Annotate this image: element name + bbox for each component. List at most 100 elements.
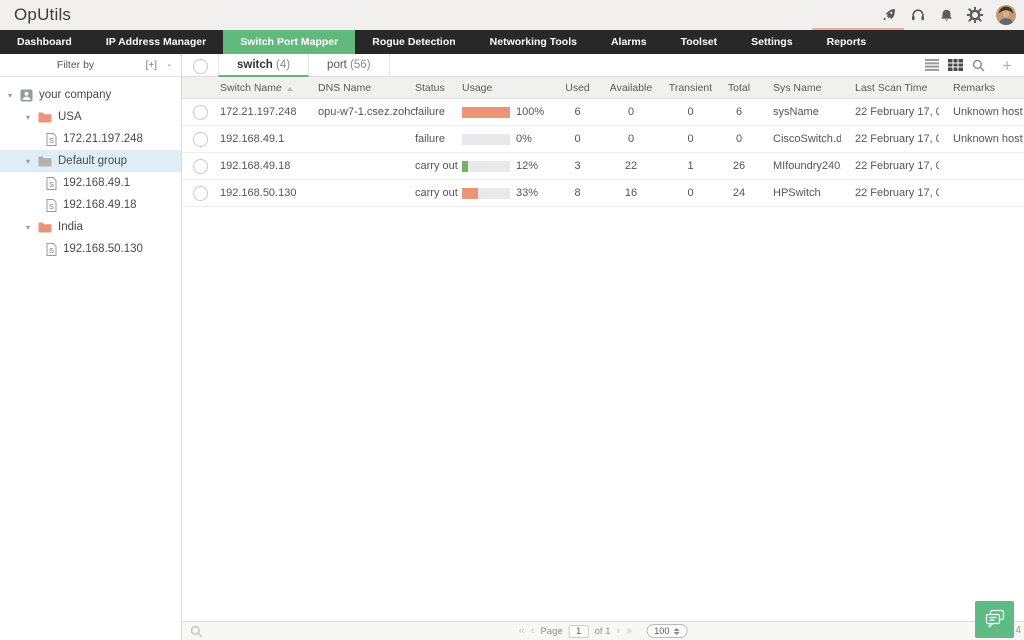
- tab-switch[interactable]: switch (4): [218, 54, 309, 77]
- user-avatar[interactable]: [996, 5, 1016, 25]
- prev-page-button[interactable]: ‹: [531, 625, 535, 637]
- usage-bar: [462, 134, 510, 145]
- cell-status: failure: [415, 133, 462, 145]
- first-page-button[interactable]: «: [519, 625, 525, 637]
- cell-status: carry out: [415, 187, 462, 199]
- column-header-usage[interactable]: Usage: [462, 82, 555, 94]
- add-switch-button[interactable]: +: [1002, 57, 1012, 74]
- column-header-label: Remarks: [953, 82, 995, 94]
- caret-down-icon[interactable]: ▾: [8, 91, 20, 100]
- table-footer: « ‹ Page of 1 › » 100 of 4: [182, 621, 1024, 640]
- usage-percent-label: 12%: [516, 160, 538, 172]
- caret-down-icon[interactable]: ▾: [26, 113, 38, 122]
- headset-icon[interactable]: [910, 7, 926, 23]
- cell-used: 3: [555, 160, 600, 172]
- table-row[interactable]: 192.168.49.18carry out12%322126MIfoundry…: [182, 153, 1024, 180]
- nav-item-alarms[interactable]: Alarms: [594, 30, 664, 54]
- column-header-last-scan-time[interactable]: Last Scan Time: [841, 82, 939, 94]
- column-header-dns-name[interactable]: DNS Name: [318, 82, 415, 94]
- column-header-status[interactable]: Status: [415, 82, 462, 94]
- column-header-label: Transient: [669, 82, 712, 94]
- grid-view-icon[interactable]: [948, 59, 963, 71]
- column-header-available[interactable]: Available: [600, 82, 662, 94]
- row-select-cell: [182, 105, 220, 120]
- cell-used: 0: [555, 133, 600, 145]
- tree-item-label: your company: [39, 89, 111, 101]
- cell-total: 24: [719, 187, 759, 199]
- row-select-cell: [182, 159, 220, 174]
- row-select-radio[interactable]: [193, 159, 208, 174]
- tab-port[interactable]: port (56): [309, 54, 389, 77]
- table-row[interactable]: 192.168.50.130carry out33%816024HPSwitch…: [182, 180, 1024, 207]
- table-row[interactable]: 192.168.49.1failure0%0000CiscoSwitch.dev…: [182, 126, 1024, 153]
- nav-item-switch-port-mapper[interactable]: Switch Port Mapper: [223, 30, 355, 54]
- tabs: switch (4)port (56): [218, 54, 390, 76]
- table-row[interactable]: 172.21.197.248opu-w7-1.csez.zohoco...fai…: [182, 99, 1024, 126]
- cell-sys-name: HPSwitch: [759, 187, 841, 199]
- filter-by-label: Filter by: [0, 54, 151, 77]
- nav-item-toolset[interactable]: Toolset: [664, 30, 735, 54]
- search-icon[interactable]: [972, 59, 985, 72]
- column-header-total[interactable]: Total: [719, 82, 759, 94]
- bell-icon[interactable]: [939, 8, 954, 23]
- table-header: Switch NameDNS NameStatus UsageUsed Availa…: [182, 77, 1024, 99]
- select-all-radio[interactable]: [193, 59, 208, 74]
- chat-bubbles-icon: [983, 609, 1007, 630]
- cell-sys-name: MIfoundry2402: [759, 160, 841, 172]
- column-header-label: Status: [415, 82, 445, 94]
- tree-item-label: USA: [58, 111, 82, 123]
- cell-transient: 0: [662, 106, 719, 118]
- page-size-select[interactable]: 100: [646, 624, 687, 638]
- row-select-radio[interactable]: [193, 105, 208, 120]
- collapse-all-button[interactable]: -: [168, 54, 171, 77]
- cell-available: 0: [600, 133, 662, 145]
- sort-asc-icon[interactable]: [287, 87, 293, 91]
- column-header-label: Available: [610, 82, 652, 94]
- column-header-used[interactable]: Used: [555, 82, 600, 94]
- cell-usage: 100%: [462, 106, 555, 118]
- page-number-input[interactable]: [569, 625, 589, 638]
- column-header-remarks[interactable]: Remarks: [939, 82, 1024, 94]
- tree-item-india[interactable]: ▾India: [0, 216, 181, 238]
- column-header-sys-name[interactable]: Sys Name: [759, 82, 841, 94]
- row-select-radio[interactable]: [193, 132, 208, 147]
- tree-item-172-21-197-248[interactable]: S172.21.197.248: [0, 128, 181, 150]
- caret-down-icon[interactable]: ▾: [26, 223, 38, 232]
- caret-down-icon[interactable]: ▾: [26, 157, 38, 166]
- column-header-transient[interactable]: Transient: [662, 82, 719, 94]
- nav-item-dashboard[interactable]: Dashboard: [0, 30, 89, 54]
- cell-usage: 33%: [462, 187, 555, 199]
- tree-item-192-168-49-18[interactable]: S192.168.49.18: [0, 194, 181, 216]
- filter-bar: Filter by [+] -: [0, 54, 181, 77]
- gear-icon[interactable]: [967, 7, 983, 23]
- nav-item-ip-address-manager[interactable]: IP Address Manager: [89, 30, 223, 54]
- cell-available: 22: [600, 160, 662, 172]
- tab-label: switch: [237, 59, 273, 71]
- tree-item-default-group[interactable]: ▾Default group: [0, 150, 181, 172]
- column-header-switch-name[interactable]: Switch Name: [220, 82, 318, 94]
- rocket-icon[interactable]: [881, 7, 897, 23]
- expand-all-button[interactable]: [+]: [146, 54, 157, 77]
- page-size-value: 100: [654, 626, 669, 636]
- cell-total: 0: [719, 133, 759, 145]
- list-view-icon[interactable]: [925, 59, 939, 71]
- next-page-button[interactable]: ›: [617, 625, 621, 637]
- nav-item-settings[interactable]: Settings: [734, 30, 809, 54]
- nav-item-rogue-detection[interactable]: Rogue Detection: [355, 30, 472, 54]
- live-chat-button[interactable]: [975, 601, 1014, 638]
- cell-remarks: Unknown host - '...: [939, 133, 1024, 145]
- tab-count: (56): [347, 59, 371, 71]
- cell-transient: 0: [662, 187, 719, 199]
- last-page-button[interactable]: »: [626, 625, 632, 637]
- nav-item-reports[interactable]: Reports: [810, 30, 884, 54]
- footer-search-icon[interactable]: [190, 625, 203, 638]
- tree-item-your-company[interactable]: ▾ your company: [0, 84, 181, 106]
- row-select-radio[interactable]: [193, 186, 208, 201]
- cell-last-scan-time: 22 February 17, 02:00 ...: [841, 106, 939, 118]
- tree-item-192-168-49-1[interactable]: S192.168.49.1: [0, 172, 181, 194]
- tree-item-192-168-50-130[interactable]: S192.168.50.130: [0, 238, 181, 260]
- folder-icon: [38, 221, 52, 233]
- cell-status: carry out: [415, 160, 462, 172]
- nav-item-networking-tools[interactable]: Networking Tools: [473, 30, 594, 54]
- tree-item-usa[interactable]: ▾ USA: [0, 106, 181, 128]
